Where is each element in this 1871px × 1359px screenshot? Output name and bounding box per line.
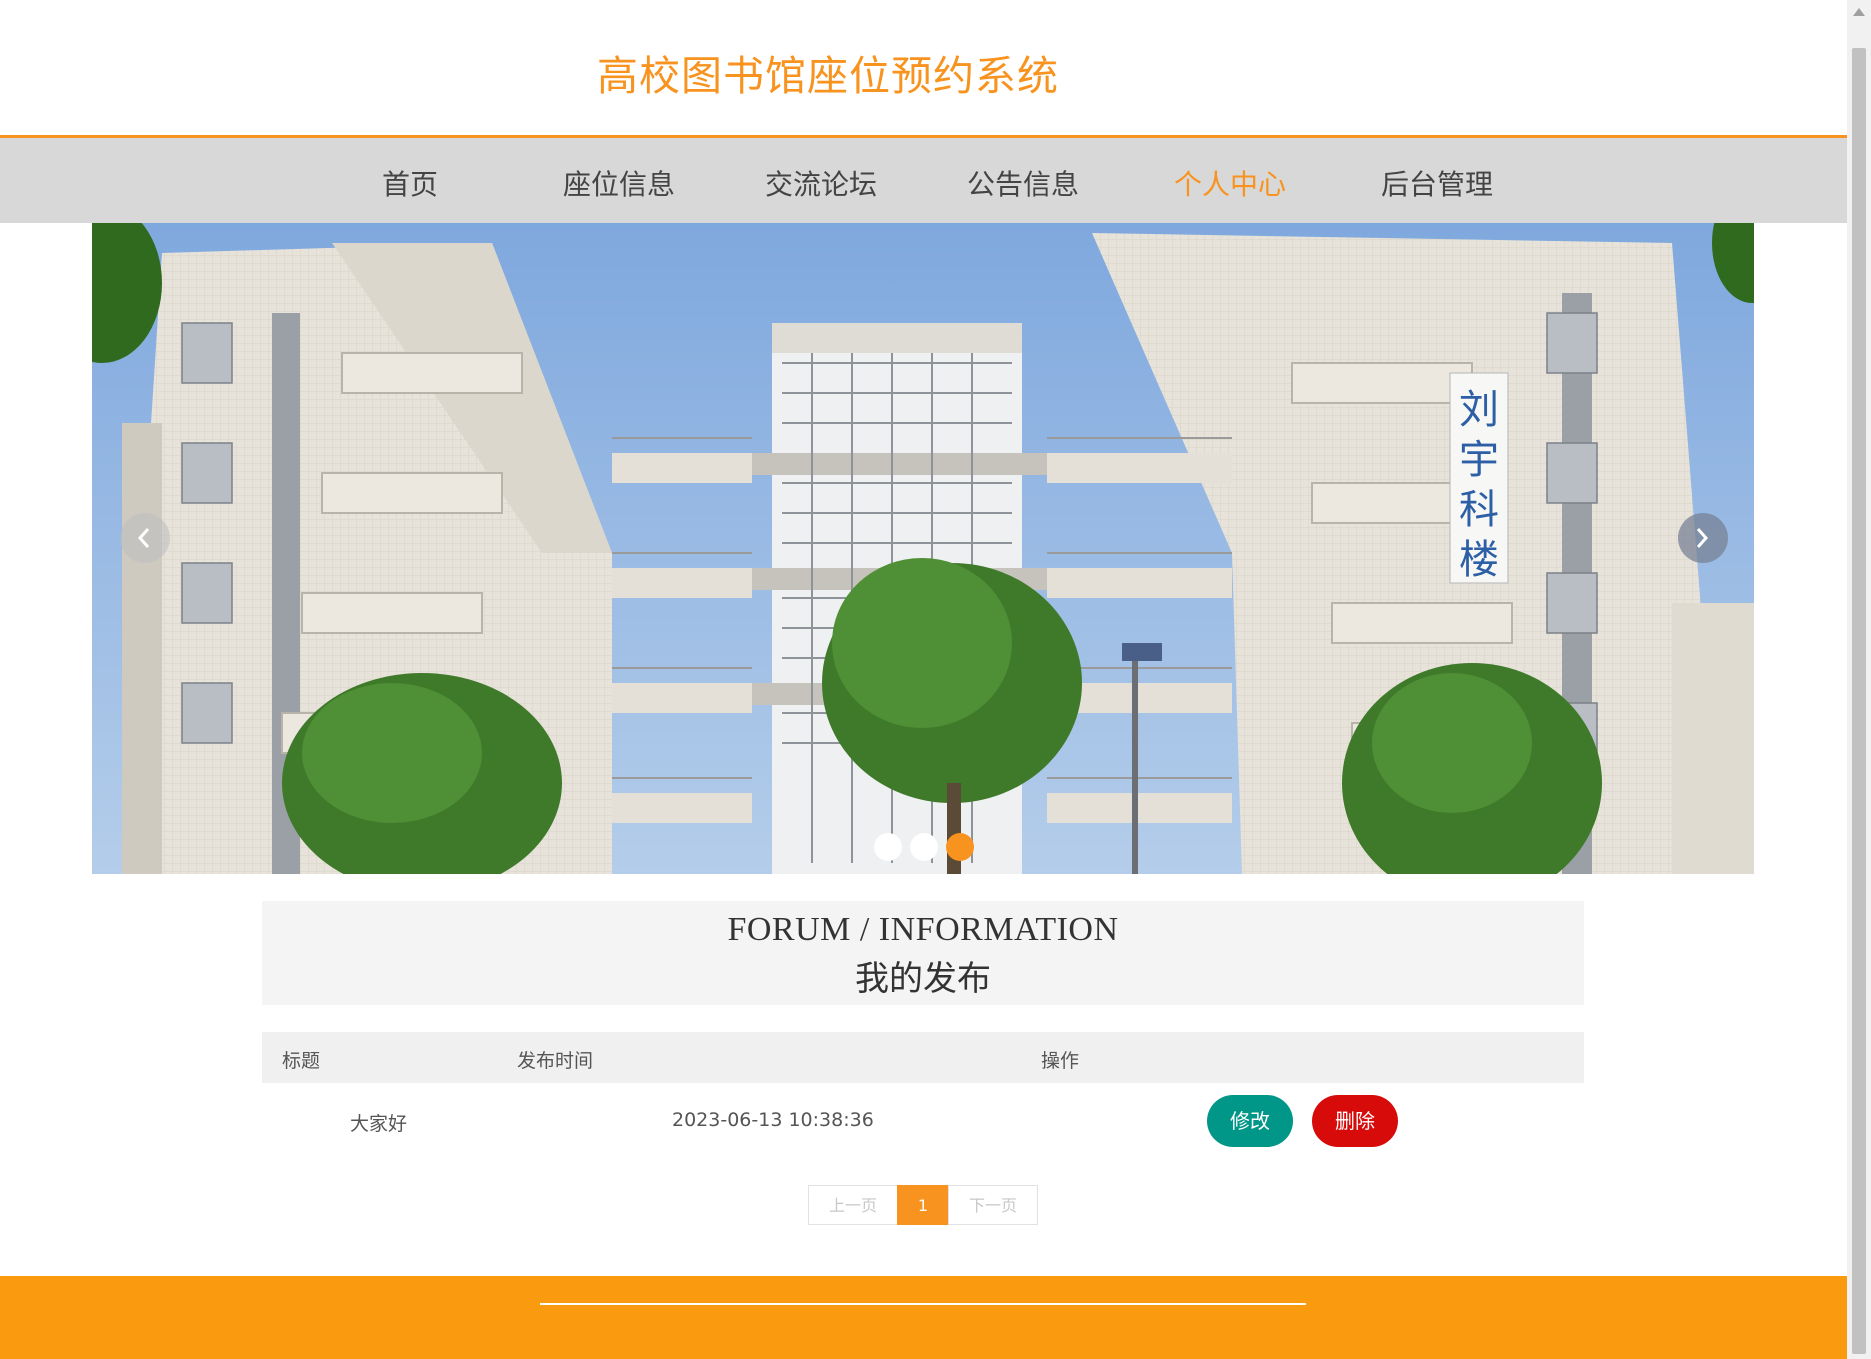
- chevron-left-icon: [137, 528, 150, 548]
- nav-item-admin[interactable]: 后台管理: [1381, 163, 1493, 203]
- footer-divider: [540, 1303, 1306, 1305]
- site-header: 高校图书馆座位预约系统: [0, 0, 1847, 135]
- nav-item-seats[interactable]: 座位信息: [563, 163, 675, 203]
- carousel-dot-1[interactable]: [874, 833, 902, 861]
- delete-button[interactable]: 删除: [1312, 1095, 1398, 1147]
- next-page-button[interactable]: 下一页: [948, 1185, 1038, 1225]
- main-nav: 首页 座位信息 交流论坛 公告信息 个人中心 后台管理: [0, 135, 1847, 223]
- edit-button[interactable]: 修改: [1207, 1095, 1293, 1147]
- vertical-scrollbar[interactable]: [1847, 0, 1871, 1359]
- section-title-en: FORUM / INFORMATION: [727, 911, 1119, 948]
- svg-text:宇: 宇: [1459, 437, 1499, 483]
- prev-page-button[interactable]: 上一页: [808, 1185, 898, 1225]
- nav-item-personal-center[interactable]: 个人中心: [1174, 163, 1286, 203]
- carousel-dot-3[interactable]: [946, 833, 974, 861]
- column-header-time: 发布时间: [517, 1050, 594, 1072]
- table-header: 标题 发布时间 操作: [262, 1032, 1584, 1083]
- chevron-right-icon: [1696, 528, 1709, 548]
- site-footer: [0, 1276, 1847, 1359]
- column-header-title: 标题: [282, 1050, 321, 1072]
- carousel-prev-button[interactable]: [120, 513, 170, 563]
- nav-item-announcements[interactable]: 公告信息: [967, 163, 1079, 203]
- column-header-actions: 操作: [1041, 1050, 1080, 1072]
- carousel-next-button[interactable]: [1678, 513, 1728, 563]
- post-title[interactable]: 大家好: [350, 1109, 407, 1136]
- current-page[interactable]: 1: [897, 1185, 949, 1225]
- svg-text:刘: 刘: [1459, 387, 1499, 433]
- banner-carousel: 刘 宇 科 楼: [92, 223, 1754, 874]
- svg-text:科: 科: [1459, 487, 1499, 533]
- banner-image: 刘 宇 科 楼: [92, 223, 1754, 874]
- svg-text:楼: 楼: [1459, 537, 1499, 583]
- nav-item-forum[interactable]: 交流论坛: [765, 163, 877, 203]
- section-title-cn: 我的发布: [855, 959, 991, 999]
- section-heading: FORUM / INFORMATION 我的发布: [262, 901, 1584, 1005]
- carousel-dot-2[interactable]: [910, 833, 938, 861]
- table-row: 大家好 2023-06-13 10:38:36 修改 删除: [262, 1083, 1584, 1159]
- scroll-up-icon[interactable]: [1853, 8, 1865, 16]
- nav-item-home[interactable]: 首页: [382, 163, 438, 203]
- site-title: 高校图书馆座位预约系统: [597, 52, 1059, 100]
- scrollbar-thumb[interactable]: [1852, 48, 1866, 1354]
- post-time: 2023-06-13 10:38:36: [672, 1109, 874, 1131]
- page: 高校图书馆座位预约系统 首页 座位信息 交流论坛 公告信息 个人中心 后台管理: [0, 0, 1847, 1359]
